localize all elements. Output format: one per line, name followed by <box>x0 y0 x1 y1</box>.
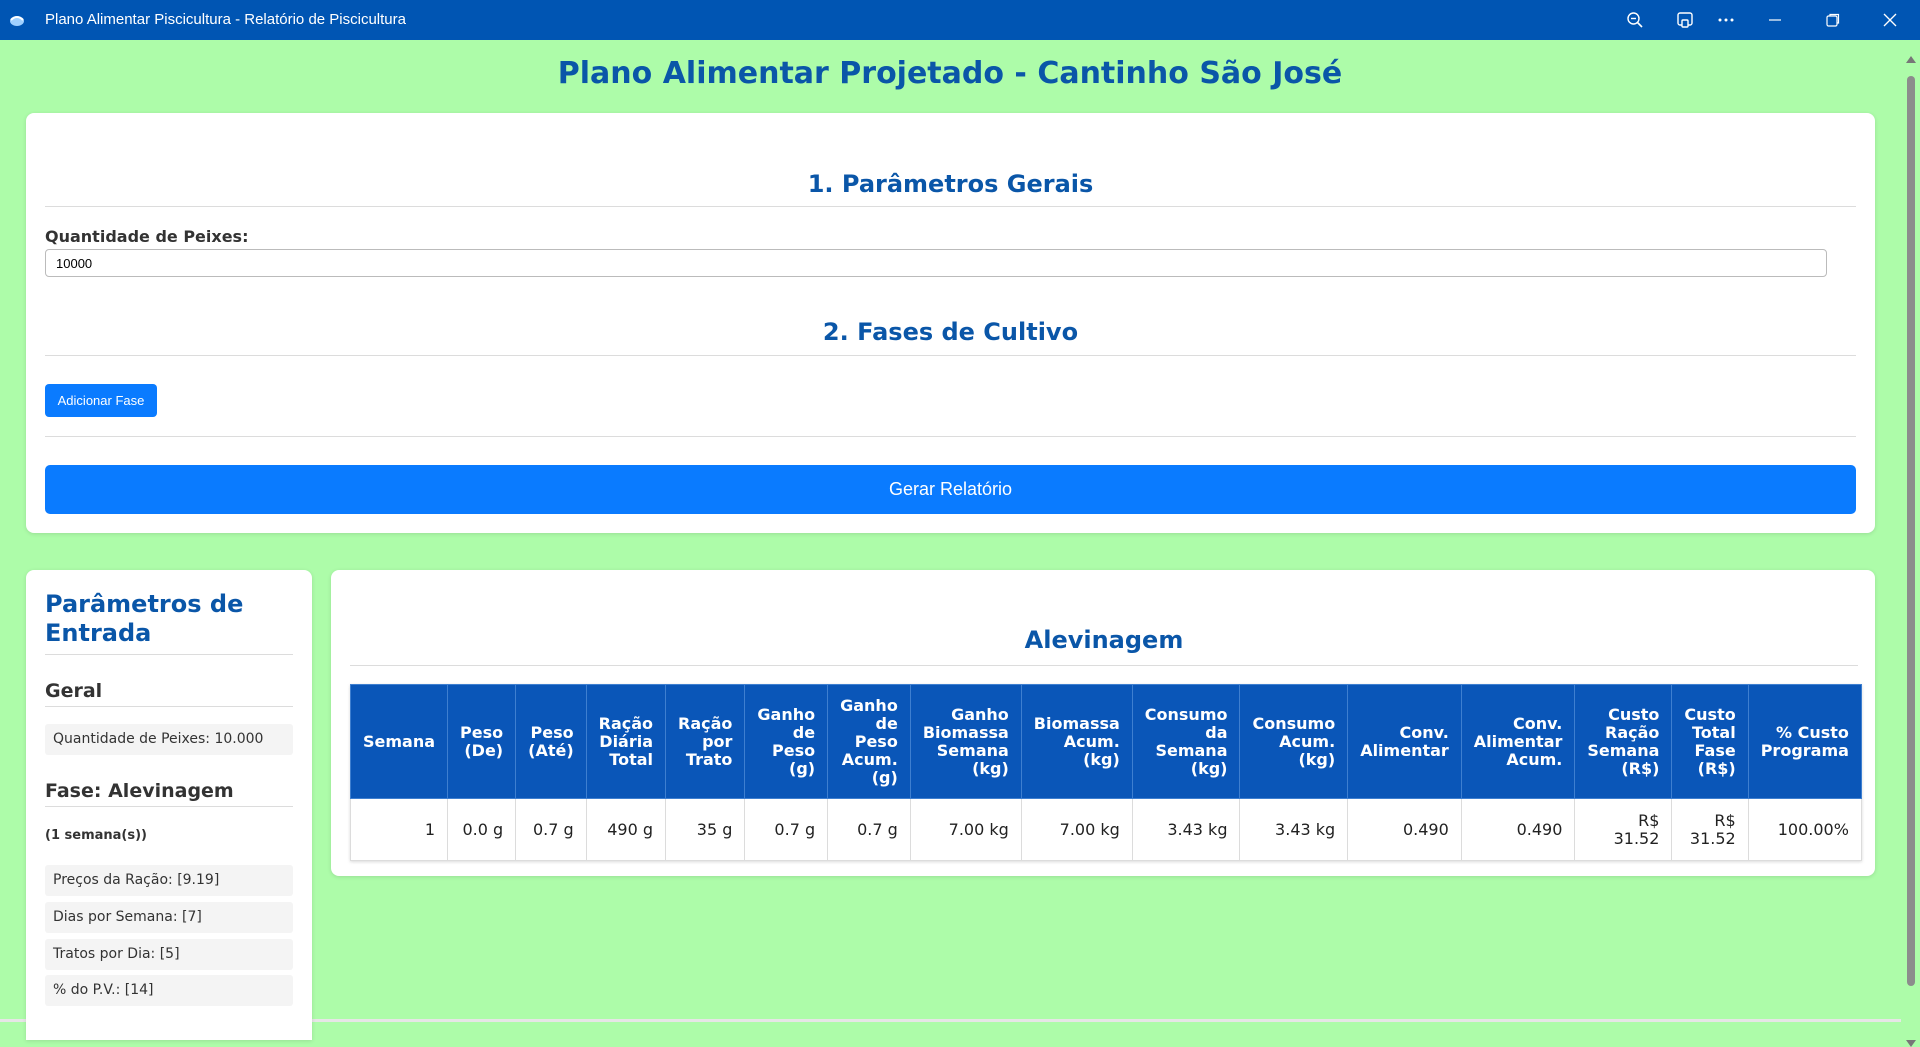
minimize-icon[interactable] <box>1757 4 1793 36</box>
table-cell: 0.7 g <box>744 798 829 861</box>
cultivation-phases-heading: 2. Fases de Cultivo <box>822 318 1079 346</box>
table-cell: 3.43 kg <box>1131 798 1241 861</box>
divider <box>45 355 1856 356</box>
table-cell: R$ 31.52 <box>1574 798 1673 861</box>
column-header: Semana <box>349 684 449 799</box>
app-icon <box>10 16 24 26</box>
table-cell: 0.7 g <box>515 798 587 861</box>
column-header: Consumo Acum. (kg) <box>1239 684 1349 799</box>
table-cell: 7.00 kg <box>909 798 1022 861</box>
fish-qty-input[interactable] <box>45 249 1827 277</box>
table-cell: 490 g <box>585 798 667 861</box>
page-title: Plano Alimentar Projetado - Cantinho São… <box>557 56 1343 91</box>
table-cell: R$ 31.52 <box>1671 798 1749 861</box>
sidebar-item-feed-price: Preços da Ração: [9.19] <box>45 865 293 896</box>
sidebar-general-heading: Geral <box>45 680 103 702</box>
cast-icon[interactable] <box>1667 4 1703 36</box>
table-cell: 0.490 <box>1460 798 1576 861</box>
results-card: Alevinagem Semana Peso (De) Peso (Até) R… <box>331 570 1875 876</box>
table-cell: 7.00 kg <box>1020 798 1133 861</box>
table-cell: 100.00% <box>1747 798 1862 861</box>
table-cell: 0.0 g <box>447 798 517 861</box>
divider <box>45 436 1856 437</box>
scroll-down-icon[interactable] <box>1906 1040 1916 1047</box>
scroll-thumb[interactable] <box>1907 76 1915 986</box>
column-header: Custo Ração Semana (R$) <box>1574 684 1673 799</box>
table-row: 1 0.0 g 0.7 g 490 g 35 g 0.7 g 0.7 g 7.0… <box>349 798 1862 861</box>
sidebar-item-body-weight-pct: % do P.V.: [14] <box>45 975 293 1006</box>
table-cell: 0.7 g <box>827 798 911 861</box>
general-params-heading: 1. Parâmetros Gerais <box>807 170 1094 198</box>
column-header: Conv. Alimentar Acum. <box>1460 684 1576 799</box>
form-card: 1. Parâmetros Gerais Quantidade de Peixe… <box>26 113 1875 533</box>
divider <box>45 706 293 707</box>
window-titlebar: Plano Alimentar Piscicultura - Relatório… <box>0 0 1920 40</box>
column-header: Ração por Trato <box>665 684 746 799</box>
divider <box>350 665 1858 666</box>
results-table: Semana Peso (De) Peso (Até) Ração Diária… <box>349 684 1862 861</box>
table-cell: 3.43 kg <box>1239 798 1349 861</box>
column-header: Consumo da Semana (kg) <box>1131 684 1241 799</box>
zoom-icon[interactable] <box>1617 4 1653 36</box>
divider <box>45 654 293 655</box>
column-header: Peso (De) <box>447 684 517 799</box>
column-header: Ganho Biomassa Semana (kg) <box>909 684 1022 799</box>
window-title: Plano Alimentar Piscicultura - Relatório… <box>45 11 406 28</box>
phase-title: Alevinagem <box>1024 626 1184 654</box>
column-header: Custo Total Fase (R$) <box>1671 684 1749 799</box>
more-options-icon[interactable] <box>1708 4 1744 36</box>
fish-qty-label: Quantidade de Peixes: <box>45 227 249 246</box>
divider <box>45 806 293 807</box>
sidebar-item-days-per-week: Dias por Semana: [7] <box>45 902 293 933</box>
table-cell: 0.490 <box>1347 798 1462 861</box>
sidebar-item-feedings-per-day: Tratos por Dia: [5] <box>45 939 293 970</box>
add-phase-button[interactable]: Adicionar Fase <box>45 384 157 417</box>
close-icon[interactable] <box>1872 4 1908 36</box>
column-header: Ração Diária Total <box>585 684 667 799</box>
column-header: Ganho de Peso (g) <box>744 684 829 799</box>
table-cell: 1 <box>349 798 449 861</box>
table-header-row: Semana Peso (De) Peso (Até) Ração Diária… <box>349 684 1862 799</box>
input-params-sidebar: Parâmetros de Entrada Geral Quantidade d… <box>26 570 312 1040</box>
sidebar-qty-item: Quantidade de Peixes: 10.000 <box>45 724 293 755</box>
table-cell: 35 g <box>665 798 746 861</box>
sidebar-title: Parâmetros de Entrada <box>45 590 244 647</box>
column-header: Biomassa Acum. (kg) <box>1020 684 1133 799</box>
restore-icon[interactable] <box>1815 4 1851 36</box>
column-header: Peso (Até) <box>515 684 587 799</box>
divider <box>45 206 1856 207</box>
column-header: Ganho de Peso Acum. (g) <box>827 684 911 799</box>
generate-report-button[interactable]: Gerar Relatório <box>45 465 1856 514</box>
scroll-up-icon[interactable] <box>1906 56 1916 63</box>
column-header: Conv. Alimentar <box>1347 684 1462 799</box>
phase-duration: (1 semana(s)) <box>45 828 147 843</box>
column-header: % Custo Programa <box>1747 684 1862 799</box>
sidebar-phase-heading: Fase: Alevinagem <box>45 780 234 802</box>
vertical-scrollbar[interactable] <box>1901 40 1920 1047</box>
